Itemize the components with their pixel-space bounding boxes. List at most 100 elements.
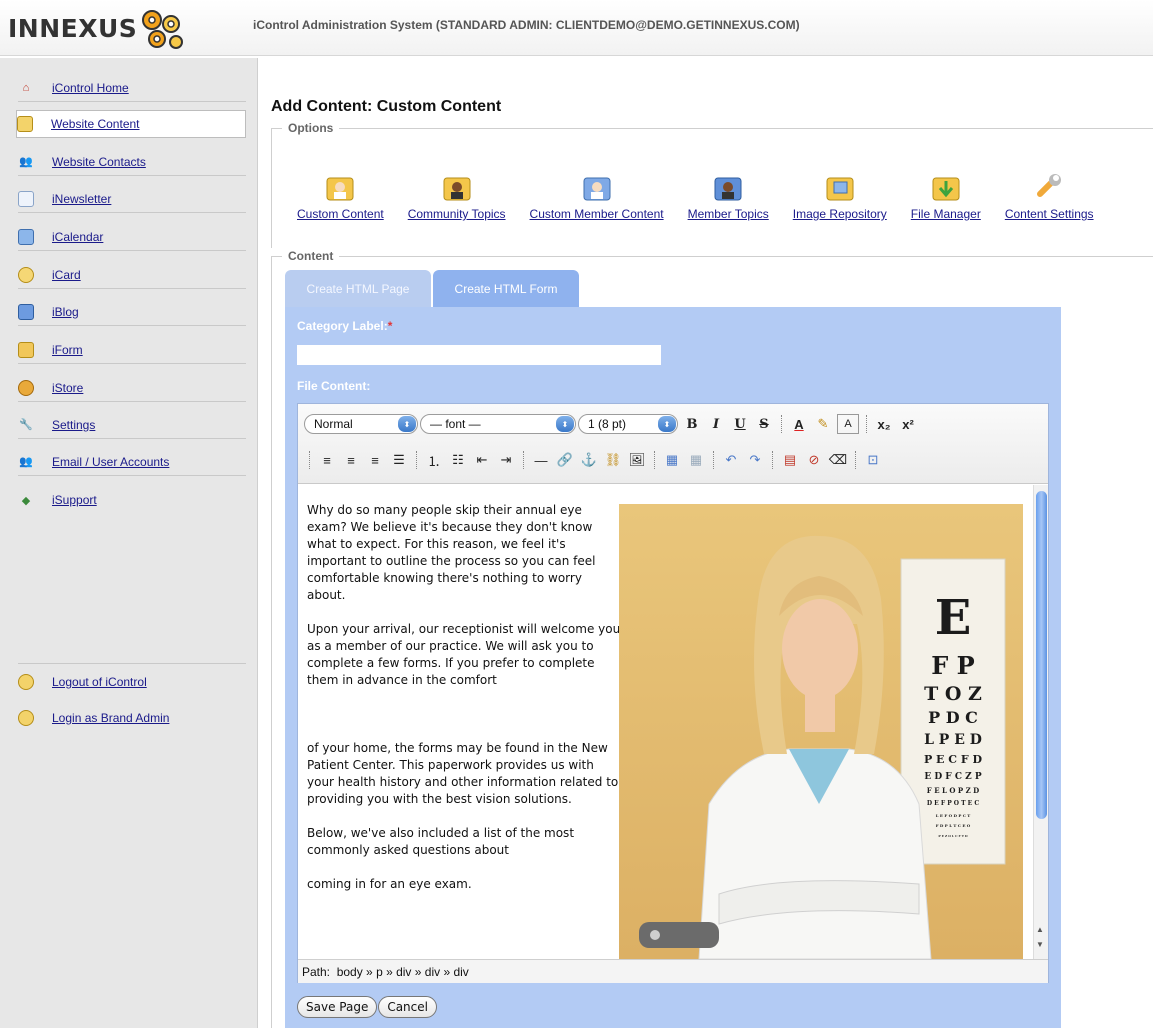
sidebar-item-iform[interactable]: iForm: [18, 336, 246, 364]
sidebar-item-settings[interactable]: 🔧 Settings: [18, 411, 246, 439]
sidebar-item-label[interactable]: Logout of iControl: [52, 675, 147, 689]
sidebar-item-label[interactable]: iBlog: [52, 305, 79, 319]
tab-create-html-form[interactable]: Create HTML Form: [433, 270, 579, 308]
sidebar-item-label[interactable]: iCalendar: [52, 230, 103, 244]
html-source-icon[interactable]: ⊡: [863, 450, 883, 470]
sidebar-item-label[interactable]: iSupport: [52, 493, 97, 507]
option-custom-member-content[interactable]: Custom Member Content: [530, 172, 664, 221]
unordered-list-icon[interactable]: ☷: [448, 450, 468, 470]
sidebar-item-website-contacts[interactable]: 👥 Website Contacts: [18, 148, 246, 176]
indent-icon[interactable]: ⇥: [496, 450, 516, 470]
size-select[interactable]: 1 (8 pt) ⬍: [578, 414, 678, 434]
ordered-list-icon[interactable]: ⒈: [424, 450, 444, 470]
align-left-icon[interactable]: ≡: [317, 450, 337, 470]
sidebar-item-email-user-accounts[interactable]: 👥 Email / User Accounts: [18, 448, 246, 476]
redo-icon[interactable]: ↷: [745, 450, 765, 470]
text-color-icon[interactable]: A: [789, 414, 809, 434]
eraser-icon[interactable]: ⌫: [828, 450, 848, 470]
align-justify-icon[interactable]: ☰: [389, 450, 409, 470]
sidebar-item-label[interactable]: iControl Home: [52, 81, 129, 95]
option-file-manager[interactable]: File Manager: [911, 172, 981, 221]
strikethrough-icon[interactable]: S: [754, 414, 774, 434]
sidebar-item-inewsletter[interactable]: iNewsletter: [18, 185, 246, 213]
save-page-button[interactable]: Save Page: [297, 996, 378, 1018]
editor-body-text[interactable]: Why do so many people skip their annual …: [307, 502, 623, 910]
editor-content-area[interactable]: Why do so many people skip their annual …: [298, 485, 1032, 959]
sidebar-item-label[interactable]: Login as Brand Admin: [52, 711, 169, 725]
required-mark: *: [387, 319, 393, 333]
sidebar-item-label[interactable]: Website Contacts: [52, 155, 146, 169]
underline-icon[interactable]: U: [730, 414, 750, 434]
option-community-topics[interactable]: Community Topics: [408, 172, 506, 221]
option-content-settings[interactable]: Content Settings: [1005, 172, 1094, 221]
option-label[interactable]: Custom Member Content: [530, 207, 664, 221]
options-legend: Options: [282, 121, 340, 135]
chevron-updown-icon: ⬍: [658, 416, 676, 432]
link-icon[interactable]: 🔗: [555, 450, 575, 470]
italic-icon[interactable]: I: [706, 414, 726, 434]
option-label[interactable]: Member Topics: [688, 207, 769, 221]
svg-text:E D F C Z P: E D F C Z P: [924, 772, 981, 782]
editor-toolbar: Normal ⬍ — font — ⬍ 1 (8 pt) ⬍ B I U S A…: [298, 404, 1048, 484]
scroll-down-icon[interactable]: ▼: [1036, 940, 1044, 949]
cancel-button[interactable]: Cancel: [378, 996, 437, 1018]
table-props-icon[interactable]: ▦: [686, 450, 706, 470]
option-label[interactable]: Content Settings: [1005, 207, 1094, 221]
page-title: Add Content: Custom Content: [271, 98, 502, 115]
scroll-thumb[interactable]: [1036, 491, 1047, 819]
table-icon[interactable]: ▦: [662, 450, 682, 470]
sidebar-item-label[interactable]: Settings: [52, 418, 95, 432]
align-right-icon[interactable]: ≡: [365, 450, 385, 470]
sidebar-item-isupport[interactable]: ◆ iSupport: [18, 486, 246, 514]
bold-icon[interactable]: B: [682, 414, 702, 434]
tab-create-html-page[interactable]: Create HTML Page: [285, 270, 431, 308]
sidebar-item-icontrol-home[interactable]: ⌂ iControl Home: [18, 74, 246, 102]
svg-text:T O Z: T O Z: [924, 683, 982, 705]
highlight-color-icon[interactable]: ✎: [813, 414, 833, 434]
path-value: body » p » div » div » div: [336, 965, 469, 979]
undo-icon[interactable]: ↶: [721, 450, 741, 470]
svg-text:P E C F D: P E C F D: [924, 753, 983, 766]
outdent-icon[interactable]: ⇤: [472, 450, 492, 470]
sidebar-item-label[interactable]: iStore: [52, 381, 83, 395]
format-select[interactable]: Normal ⬍: [304, 414, 418, 434]
chevron-updown-icon: ⬍: [556, 416, 574, 432]
sidebar-item-website-content[interactable]: Website Content: [16, 110, 246, 138]
sidebar-item-icalendar[interactable]: iCalendar: [18, 223, 246, 251]
category-label-input[interactable]: [297, 345, 661, 365]
option-label[interactable]: Custom Content: [297, 207, 384, 221]
image-icon[interactable]: 🖼: [627, 450, 647, 470]
sidebar-item-label[interactable]: iCard: [52, 268, 81, 282]
subscript-icon[interactable]: x₂: [874, 414, 894, 434]
sidebar-item-login-brand-admin[interactable]: Login as Brand Admin: [18, 704, 246, 732]
option-label[interactable]: Community Topics: [408, 207, 506, 221]
font-select[interactable]: — font — ⬍: [420, 414, 576, 434]
gears-logo-icon: [142, 10, 184, 49]
align-center-icon[interactable]: ≡: [341, 450, 361, 470]
option-member-topics[interactable]: Member Topics: [688, 172, 769, 221]
anchor-icon[interactable]: ⚓: [579, 450, 599, 470]
scroll-up-icon[interactable]: ▲: [1036, 925, 1044, 934]
header-title: iControl Administration System (STANDARD…: [253, 18, 800, 32]
text-box-icon[interactable]: A: [837, 414, 859, 434]
sidebar-item-label[interactable]: Email / User Accounts: [52, 455, 169, 469]
sidebar-item-icard[interactable]: iCard: [18, 261, 246, 289]
option-custom-content[interactable]: Custom Content: [297, 172, 384, 221]
unlink-icon[interactable]: ⛓: [603, 450, 623, 470]
superscript-icon[interactable]: x²: [898, 414, 918, 434]
sidebar-item-iblog[interactable]: iBlog: [18, 298, 246, 326]
sidebar-item-label[interactable]: iNewsletter: [52, 192, 111, 206]
sidebar-item-label[interactable]: Website Content: [51, 117, 140, 131]
remove-font-icon[interactable]: ⊘: [804, 450, 824, 470]
option-image-repository[interactable]: Image Repository: [793, 172, 887, 221]
paragraph: of your home, the forms may be found in …: [307, 741, 619, 806]
sidebar-item-istore[interactable]: iStore: [18, 374, 246, 402]
paste-word-icon[interactable]: ▤: [780, 450, 800, 470]
editor-scrollbar[interactable]: ▲ ▼: [1033, 485, 1048, 959]
option-label[interactable]: Image Repository: [793, 207, 887, 221]
svg-text:D E F P O T E C: D E F P O T E C: [927, 800, 979, 807]
sidebar-item-logout[interactable]: Logout of iControl: [18, 668, 246, 696]
sidebar-item-label[interactable]: iForm: [52, 343, 83, 357]
horizontal-rule-icon[interactable]: —: [531, 450, 551, 470]
option-label[interactable]: File Manager: [911, 207, 981, 221]
